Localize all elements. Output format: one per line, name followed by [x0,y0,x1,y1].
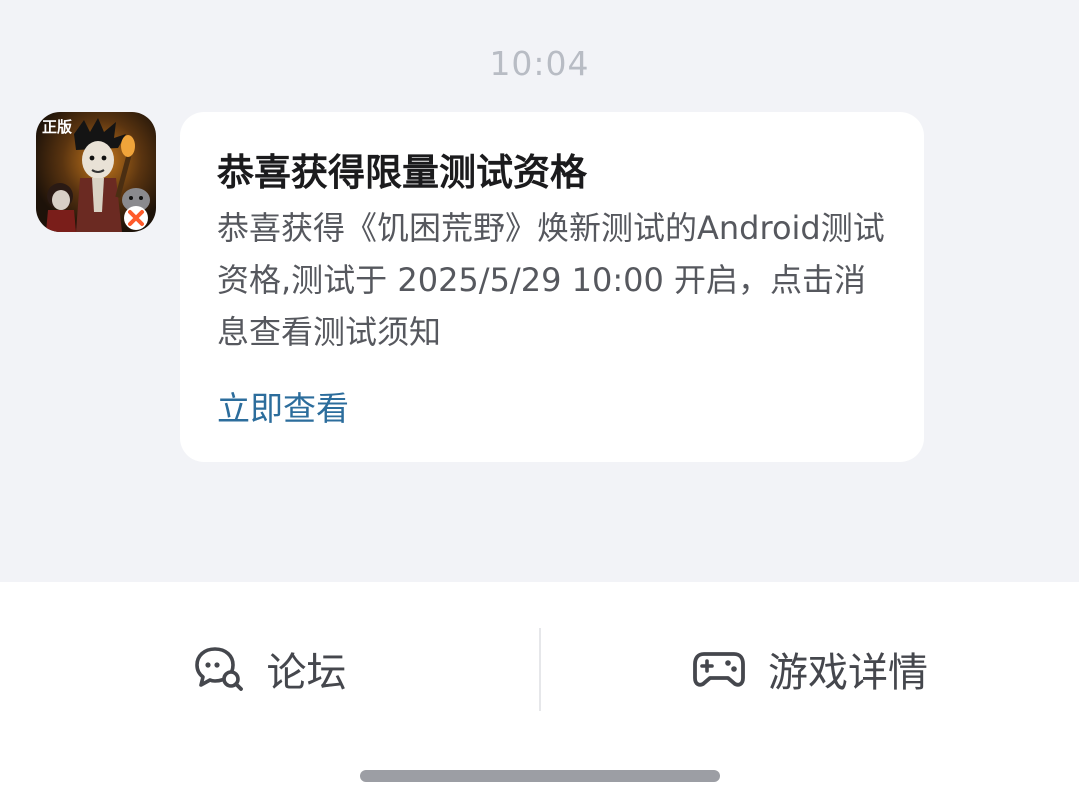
gamepad-icon [692,648,746,690]
dont-starve-app-icon: 正版 [36,112,156,232]
forum-tab[interactable]: 论坛 [0,626,539,712]
message-timestamp: 10:04 [489,44,590,83]
bottom-action-bar: 论坛 游戏详情 [0,582,1079,803]
forum-tab-label: 论坛 [266,650,347,696]
message-card[interactable]: 恭喜获得限量测试资格 恭喜获得《饥困荒野》焕新测试的Android测试资格,测试… [180,112,924,462]
game-details-tab[interactable]: 游戏详情 [541,626,1079,712]
chat-area: 10:04 正版 恭喜获得限量测试资格 恭喜获得《饥困荒野》焕新测试的Andro… [0,0,1079,582]
official-badge-text: 正版 [42,118,72,136]
message-title: 恭喜获得限量测试资格 [217,151,587,194]
message-body: 恭喜获得《饥困荒野》焕新测试的Android测试资格,测试于 2025/5/29… [217,209,885,351]
view-now-link[interactable]: 立即查看 [217,384,349,434]
forum-chat-icon [193,645,245,693]
home-indicator[interactable] [360,770,720,782]
game-app-icon[interactable]: 正版 [36,112,156,232]
game-details-tab-label: 游戏详情 [768,650,928,696]
